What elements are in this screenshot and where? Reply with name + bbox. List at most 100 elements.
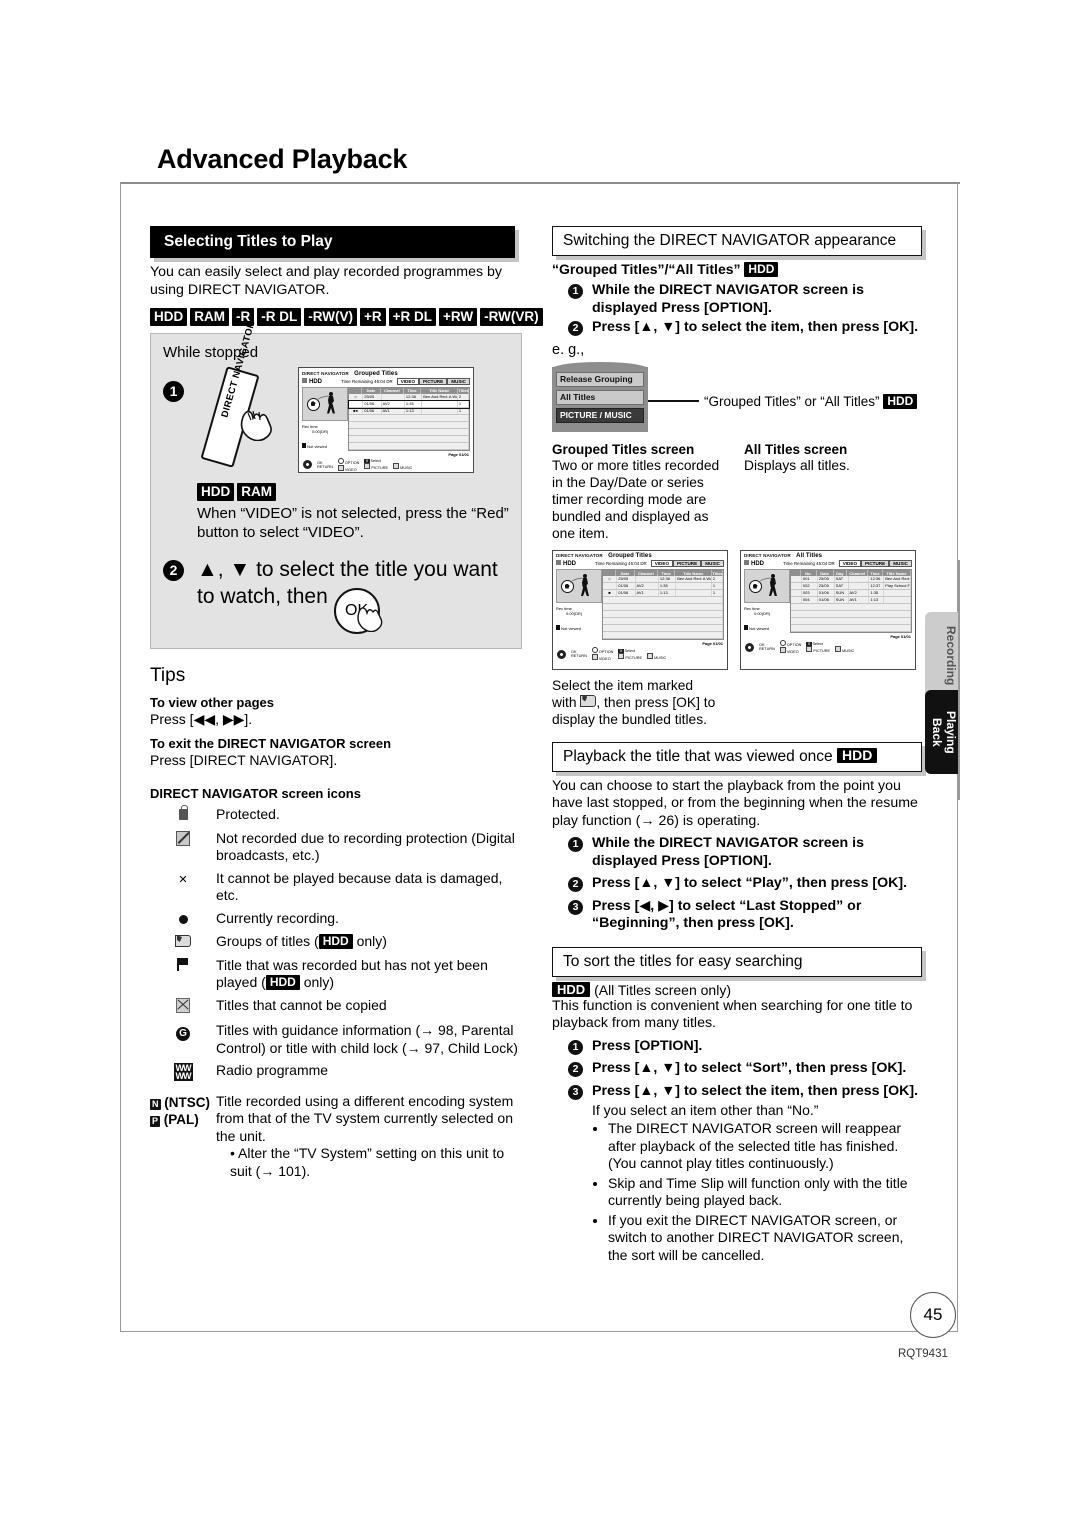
side-tab-playing-back[interactable]: Playing Back bbox=[925, 690, 958, 774]
tv-drive-label: HDD bbox=[556, 560, 576, 567]
tv-media-tabs: VIDEO PICTURE MUSIC bbox=[650, 560, 724, 567]
step-panel: While stopped 1 DIRECT NAVIGATOR DIRECT … bbox=[150, 320, 522, 649]
icon-legend-row: Titles that cannot be copied bbox=[150, 997, 522, 1018]
tv-thumbnail bbox=[556, 569, 602, 603]
hdd-badge: HDD bbox=[265, 975, 300, 990]
left-column: Selecting Titles to Play You can easily … bbox=[150, 226, 543, 1181]
subhead-grouped-all-titles: “Grouped Titles”/“All Titles” HDD bbox=[552, 261, 922, 277]
tv-tab-picture[interactable]: PICTURE bbox=[419, 377, 448, 385]
tv-table-row[interactable]: ☼ 25/05 12:36 Ben And Red: A Walk a 2 bbox=[349, 393, 469, 401]
media-badge: -RW(V) bbox=[304, 308, 357, 326]
tv-table-row[interactable]: 002 25/05 SAT 12:37 Play School Food Fri… bbox=[791, 583, 912, 590]
tv-app-name: DIRECT NAVIGATOR bbox=[744, 553, 791, 558]
tv-rec-time: Rec time 0:00(DR) bbox=[744, 606, 771, 616]
step-text: Press [▲, ▼] to select “Sort”, then pres… bbox=[592, 1060, 907, 1076]
option-item-all-titles[interactable]: All Titles bbox=[556, 389, 644, 405]
cross-icon: × bbox=[178, 870, 188, 888]
lock-icon bbox=[178, 805, 188, 820]
tv-tab-music[interactable]: MUSIC bbox=[889, 560, 912, 567]
tv-not-viewed-legend: Not viewed bbox=[302, 442, 348, 449]
tv-statusbar: HDD Time Remaining 45:04 DR VIDEO PICTUR… bbox=[299, 377, 473, 387]
icon-legend-row: Title that was recorded but has not yet … bbox=[150, 957, 522, 992]
icon-legend-text: It cannot be played because data is dama… bbox=[216, 869, 503, 904]
tv-table-row[interactable]: 003 01/06 SUN AV2 1:35 bbox=[791, 590, 912, 597]
list-item: Skip and Time Slip will function only wi… bbox=[608, 1175, 922, 1210]
tv-tab-picture[interactable]: PICTURE bbox=[861, 560, 890, 567]
tv-tab-video[interactable]: VIDEO bbox=[838, 560, 862, 567]
tv-titlebar: DIRECT NAVIGATOR Grouped Titles bbox=[299, 368, 473, 378]
tv-mode: All Titles bbox=[796, 553, 823, 559]
tv-table-row[interactable]: ☼ 25/05 12:36 Ben And Red: A Walk a 2 bbox=[603, 576, 723, 583]
tv-drive-label: HDD bbox=[302, 377, 322, 385]
step-text: Press [◀, ▶] to select “Last Stopped” or… bbox=[592, 897, 862, 932]
sort-subnote: If you select an item other than “No.” bbox=[592, 1102, 819, 1118]
compare-text: Displays all titles. bbox=[744, 457, 850, 473]
tv-screen-grouped-titles: DIRECT NAVIGATOR Grouped Titles HDD Time… bbox=[552, 549, 728, 670]
tv-tab-music[interactable]: MUSIC bbox=[701, 560, 724, 567]
sort-bullet-list: The DIRECT NAVIGATOR screen will reappea… bbox=[592, 1120, 922, 1264]
dpad-icon bbox=[303, 460, 312, 469]
media-badge: +RW bbox=[439, 308, 478, 326]
right-column: Switching the DIRECT NAVIGATOR appearanc… bbox=[552, 226, 922, 1264]
hdd-badge: HDD bbox=[883, 393, 918, 409]
step-number: 1 bbox=[568, 284, 583, 299]
tv-tab-music[interactable]: MUSIC bbox=[447, 377, 470, 385]
step-number: 2 bbox=[568, 1062, 583, 1077]
step-text: Press [▲, ▼] to select “Play”, then pres… bbox=[592, 875, 908, 891]
tv-tab-picture[interactable]: PICTURE bbox=[673, 560, 702, 567]
media-badge: RAM bbox=[237, 483, 276, 501]
tv-table-row[interactable]: 01/06 AV2 1:35 1 bbox=[348, 399, 470, 409]
step-number: 1 bbox=[568, 1039, 583, 1055]
section3-intro: This function is convenient when searchi… bbox=[552, 997, 913, 1032]
icon-legend-text: Title that was recorded but has not yet … bbox=[216, 956, 488, 990]
icon-legend-text: Not recorded due to recording protection… bbox=[216, 829, 515, 864]
icon-legend-row: Groups of titles (HDD only) bbox=[150, 933, 522, 952]
section-header-sort-titles: To sort the titles for easy searching bbox=[552, 946, 922, 977]
icon-legend-text: Currently recording. bbox=[216, 909, 339, 926]
eg-label: e. g., bbox=[552, 341, 585, 358]
tv-table-row[interactable]: ■● 01/06 AV1 1:13 1 bbox=[349, 407, 469, 415]
tv-table-row[interactable]: ■ 01/06 AV1 1:13 1 bbox=[603, 590, 723, 597]
no-record-icon bbox=[176, 830, 190, 846]
tv-tab-video[interactable]: VIDEO bbox=[650, 560, 674, 567]
hdd-badge: HDD bbox=[744, 262, 779, 277]
step1-note: HDD RAM When “VIDEO” is not selected, pr… bbox=[197, 483, 509, 542]
tv-system-legend-row: N (NTSC) P (PAL) Title recorded using a … bbox=[150, 1093, 522, 1181]
media-badge-row: HDD RAM -R -R DL -RW(V) +R +R DL +RW -RW… bbox=[150, 308, 543, 326]
tip-title: To exit the DIRECT NAVIGATOR screen bbox=[150, 736, 392, 751]
tv-sidepanel: Rec time 0:00(DR) Not viewed bbox=[302, 386, 348, 451]
tv-footer-legend: OK RETURN OPTION VIDEO II Select PICTURE MUS… bbox=[299, 457, 473, 473]
step-number: 2 bbox=[568, 877, 583, 892]
numbered-step: 1 While the DIRECT NAVIGATOR screen is d… bbox=[568, 835, 922, 870]
tv-footer-legend: OK RETURN OPTION VIDEO II Select PICTURE MUS… bbox=[741, 639, 915, 656]
flag-icon bbox=[177, 957, 189, 971]
tv-system-labels: N (NTSC) P (PAL) bbox=[150, 1094, 211, 1127]
no-copy-icon bbox=[176, 997, 190, 1013]
tv-table-row[interactable]: 01/06 AV2 1:35 1 bbox=[603, 583, 723, 590]
media-badge: -RW(VR) bbox=[480, 308, 543, 326]
tip-title: To view other pages bbox=[150, 695, 275, 710]
tv-footer-legend: OK RETURN OPTION VIDEO II Select PICTURE MUS… bbox=[553, 646, 727, 663]
option-item-picture-music[interactable]: PICTURE / MUSIC bbox=[556, 407, 644, 423]
section-header-playback-viewed-once: Playback the title that was viewed once … bbox=[552, 741, 922, 772]
section3-badge-note: HDD (All Titles screen only) bbox=[552, 981, 922, 998]
tv-table-row[interactable]: 004 01/06 SUN AV1 1:13 bbox=[791, 597, 912, 604]
tv-thumbnail bbox=[744, 569, 790, 603]
dpad-icon bbox=[557, 649, 566, 659]
tips-heading: Tips bbox=[150, 665, 186, 686]
tv-sidepanel: Rec time 0:00(DR) Not viewed bbox=[744, 569, 790, 633]
guidance-g-icon: G bbox=[176, 1027, 190, 1041]
step-number: 3 bbox=[568, 1084, 583, 1100]
side-tab-recording[interactable]: Recording bbox=[925, 612, 958, 700]
tv-tab-video[interactable]: VIDEO bbox=[396, 377, 420, 385]
tv-table-row[interactable]: 001 25/05 SAT 12:36 Ben And Red: A Walk … bbox=[791, 576, 912, 583]
numbered-step: 2 Press [▲, ▼] to select “Play”, then pr… bbox=[568, 875, 922, 893]
tv-rec-time: Rec time 0:00(DR) bbox=[302, 423, 329, 434]
compare-title: Grouped Titles screen bbox=[552, 441, 695, 457]
tv-sidepanel: Rec time 0:00(DR) Not viewed bbox=[556, 569, 602, 640]
option-popup: Release Grouping All Titles PICTURE / MU… bbox=[552, 361, 648, 432]
record-dot-icon bbox=[178, 914, 188, 924]
icon-legend-row: Currently recording. bbox=[150, 910, 522, 929]
step1-note-badges: HDD RAM bbox=[197, 483, 509, 501]
option-item-release-grouping[interactable]: Release Grouping bbox=[556, 371, 644, 387]
